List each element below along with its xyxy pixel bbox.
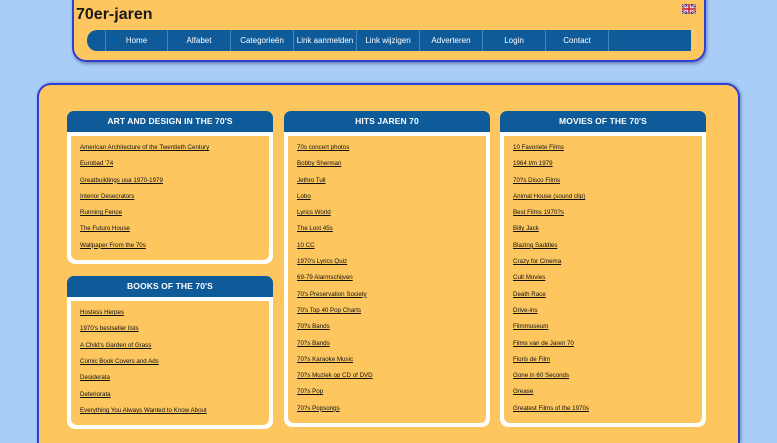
link-item[interactable]: Death Race xyxy=(513,287,694,303)
link-item[interactable]: 1970's Lyrics Quiz xyxy=(297,254,478,270)
nav-link-wijzigen[interactable]: Link wijzigen xyxy=(357,30,420,51)
link-item[interactable]: 70?s Muziek op CD of DVD xyxy=(297,368,478,384)
link-item[interactable]: Hostess Herpes xyxy=(80,305,261,321)
section-books: BOOKS OF THE 70'S Hostess Herpes 1970's b… xyxy=(67,276,273,430)
link-item[interactable]: Lyrics World xyxy=(297,205,478,221)
section-art: ART AND DESIGN IN THE 70'S American Arch… xyxy=(67,111,273,265)
link-item[interactable]: Wallpaper From the 70s xyxy=(80,238,261,254)
link-item[interactable]: Blazing Saddles xyxy=(513,238,694,254)
link-item[interactable]: 70's Preservation Society xyxy=(297,287,478,303)
link-item[interactable]: 70?s Bands xyxy=(297,319,478,335)
link-item[interactable]: Bobby Sherman xyxy=(297,156,478,172)
section-title: ART AND DESIGN IN THE 70'S xyxy=(67,111,273,132)
main-nav: Home Alfabet Categorieën Link aanmelden … xyxy=(87,30,691,51)
column-left: ART AND DESIGN IN THE 70'S American Arch… xyxy=(67,111,273,441)
link-item[interactable]: 70?s Karaoke Music xyxy=(297,352,478,368)
link-item[interactable]: A Child's Garden of Grass xyxy=(80,338,261,354)
link-item[interactable]: The Futuro House xyxy=(80,221,261,237)
link-item[interactable]: 70's Top 40 Pop Charts xyxy=(297,303,478,319)
link-item[interactable]: Drive-ins xyxy=(513,303,694,319)
nav-categorieen[interactable]: Categorieën xyxy=(231,30,294,51)
link-item[interactable]: Floris de Film xyxy=(513,352,694,368)
uk-flag-icon[interactable] xyxy=(682,4,696,14)
link-item[interactable]: Crazy for Cinema xyxy=(513,254,694,270)
link-item[interactable]: Comic Book Covers and Ads xyxy=(80,354,261,370)
link-item[interactable]: Greatbuildings usa 1970-1979 xyxy=(80,173,261,189)
column-right: MOVIES OF THE 70'S 10 Favoriete Films 196… xyxy=(500,111,706,439)
link-item[interactable]: Jethro Tull xyxy=(297,173,478,189)
link-item[interactable]: Grease xyxy=(513,384,694,400)
link-item[interactable]: Gone in 60 Seconds xyxy=(513,368,694,384)
link-item[interactable]: Everything You Always Wanted to Know Abo… xyxy=(80,403,261,419)
link-item[interactable]: 70?s Disco Films xyxy=(513,173,694,189)
link-item[interactable]: Interior Desecrators xyxy=(80,189,261,205)
nav-contact[interactable]: Contact xyxy=(546,30,609,51)
section-title: MOVIES OF THE 70'S xyxy=(500,111,706,132)
link-item[interactable]: Eurobad '74 xyxy=(80,156,261,172)
link-item[interactable]: 10 CC xyxy=(297,238,478,254)
site-title[interactable]: 70er-jaren xyxy=(76,6,153,24)
site-header: 70er-jaren Home Alfabet Categorieën Link… xyxy=(72,0,706,62)
section-movies: MOVIES OF THE 70'S 10 Favoriete Films 196… xyxy=(500,111,706,428)
section-hits: HITS JAREN 70 70s concert photos Bobby Sh… xyxy=(284,111,490,428)
nav-adverteren[interactable]: Adverteren xyxy=(420,30,483,51)
link-item[interactable]: 70?s Bands xyxy=(297,336,478,352)
link-item[interactable]: Desiderata xyxy=(80,370,261,386)
link-item[interactable]: Animal House (sound clip) xyxy=(513,189,694,205)
link-item[interactable]: American Architecture of the Twentieth C… xyxy=(80,140,261,156)
link-item[interactable]: 1970's bestseller lists xyxy=(80,321,261,337)
link-item[interactable]: Cult Movies xyxy=(513,270,694,286)
link-item[interactable]: 70?s Pop xyxy=(297,384,478,400)
section-title: BOOKS OF THE 70'S xyxy=(67,276,273,298)
link-item[interactable]: 70?s Popsongs xyxy=(297,401,478,417)
link-item[interactable]: 70s concert photos xyxy=(297,140,478,156)
link-item[interactable]: Deteriorata xyxy=(80,387,261,403)
link-item[interactable]: Films van de Jaren 70 xyxy=(513,336,694,352)
link-item[interactable]: Filmmuseum xyxy=(513,319,694,335)
link-item[interactable]: 10 Favoriete Films xyxy=(513,140,694,156)
link-item[interactable]: Running Fence xyxy=(80,205,261,221)
nav-link-aanmelden[interactable]: Link aanmelden xyxy=(294,30,357,51)
section-title: HITS JAREN 70 xyxy=(284,111,490,132)
link-item[interactable]: 1964 t/m 1979 xyxy=(513,156,694,172)
column-middle: HITS JAREN 70 70s concert photos Bobby Sh… xyxy=(284,111,490,439)
nav-home[interactable]: Home xyxy=(105,30,168,51)
link-item[interactable]: 69-79 Alarmschijven xyxy=(297,270,478,286)
link-item[interactable]: The Lost 45s xyxy=(297,221,478,237)
nav-alfabet[interactable]: Alfabet xyxy=(168,30,231,51)
link-item[interactable]: Best Films 1970?s xyxy=(513,205,694,221)
nav-login[interactable]: Login xyxy=(483,30,546,51)
main-content: ART AND DESIGN IN THE 70'S American Arch… xyxy=(37,83,740,443)
link-item[interactable]: Greatest Films of the 1970s xyxy=(513,401,694,417)
link-item[interactable]: Lobo xyxy=(297,189,478,205)
link-item[interactable]: Billy Jack xyxy=(513,221,694,237)
